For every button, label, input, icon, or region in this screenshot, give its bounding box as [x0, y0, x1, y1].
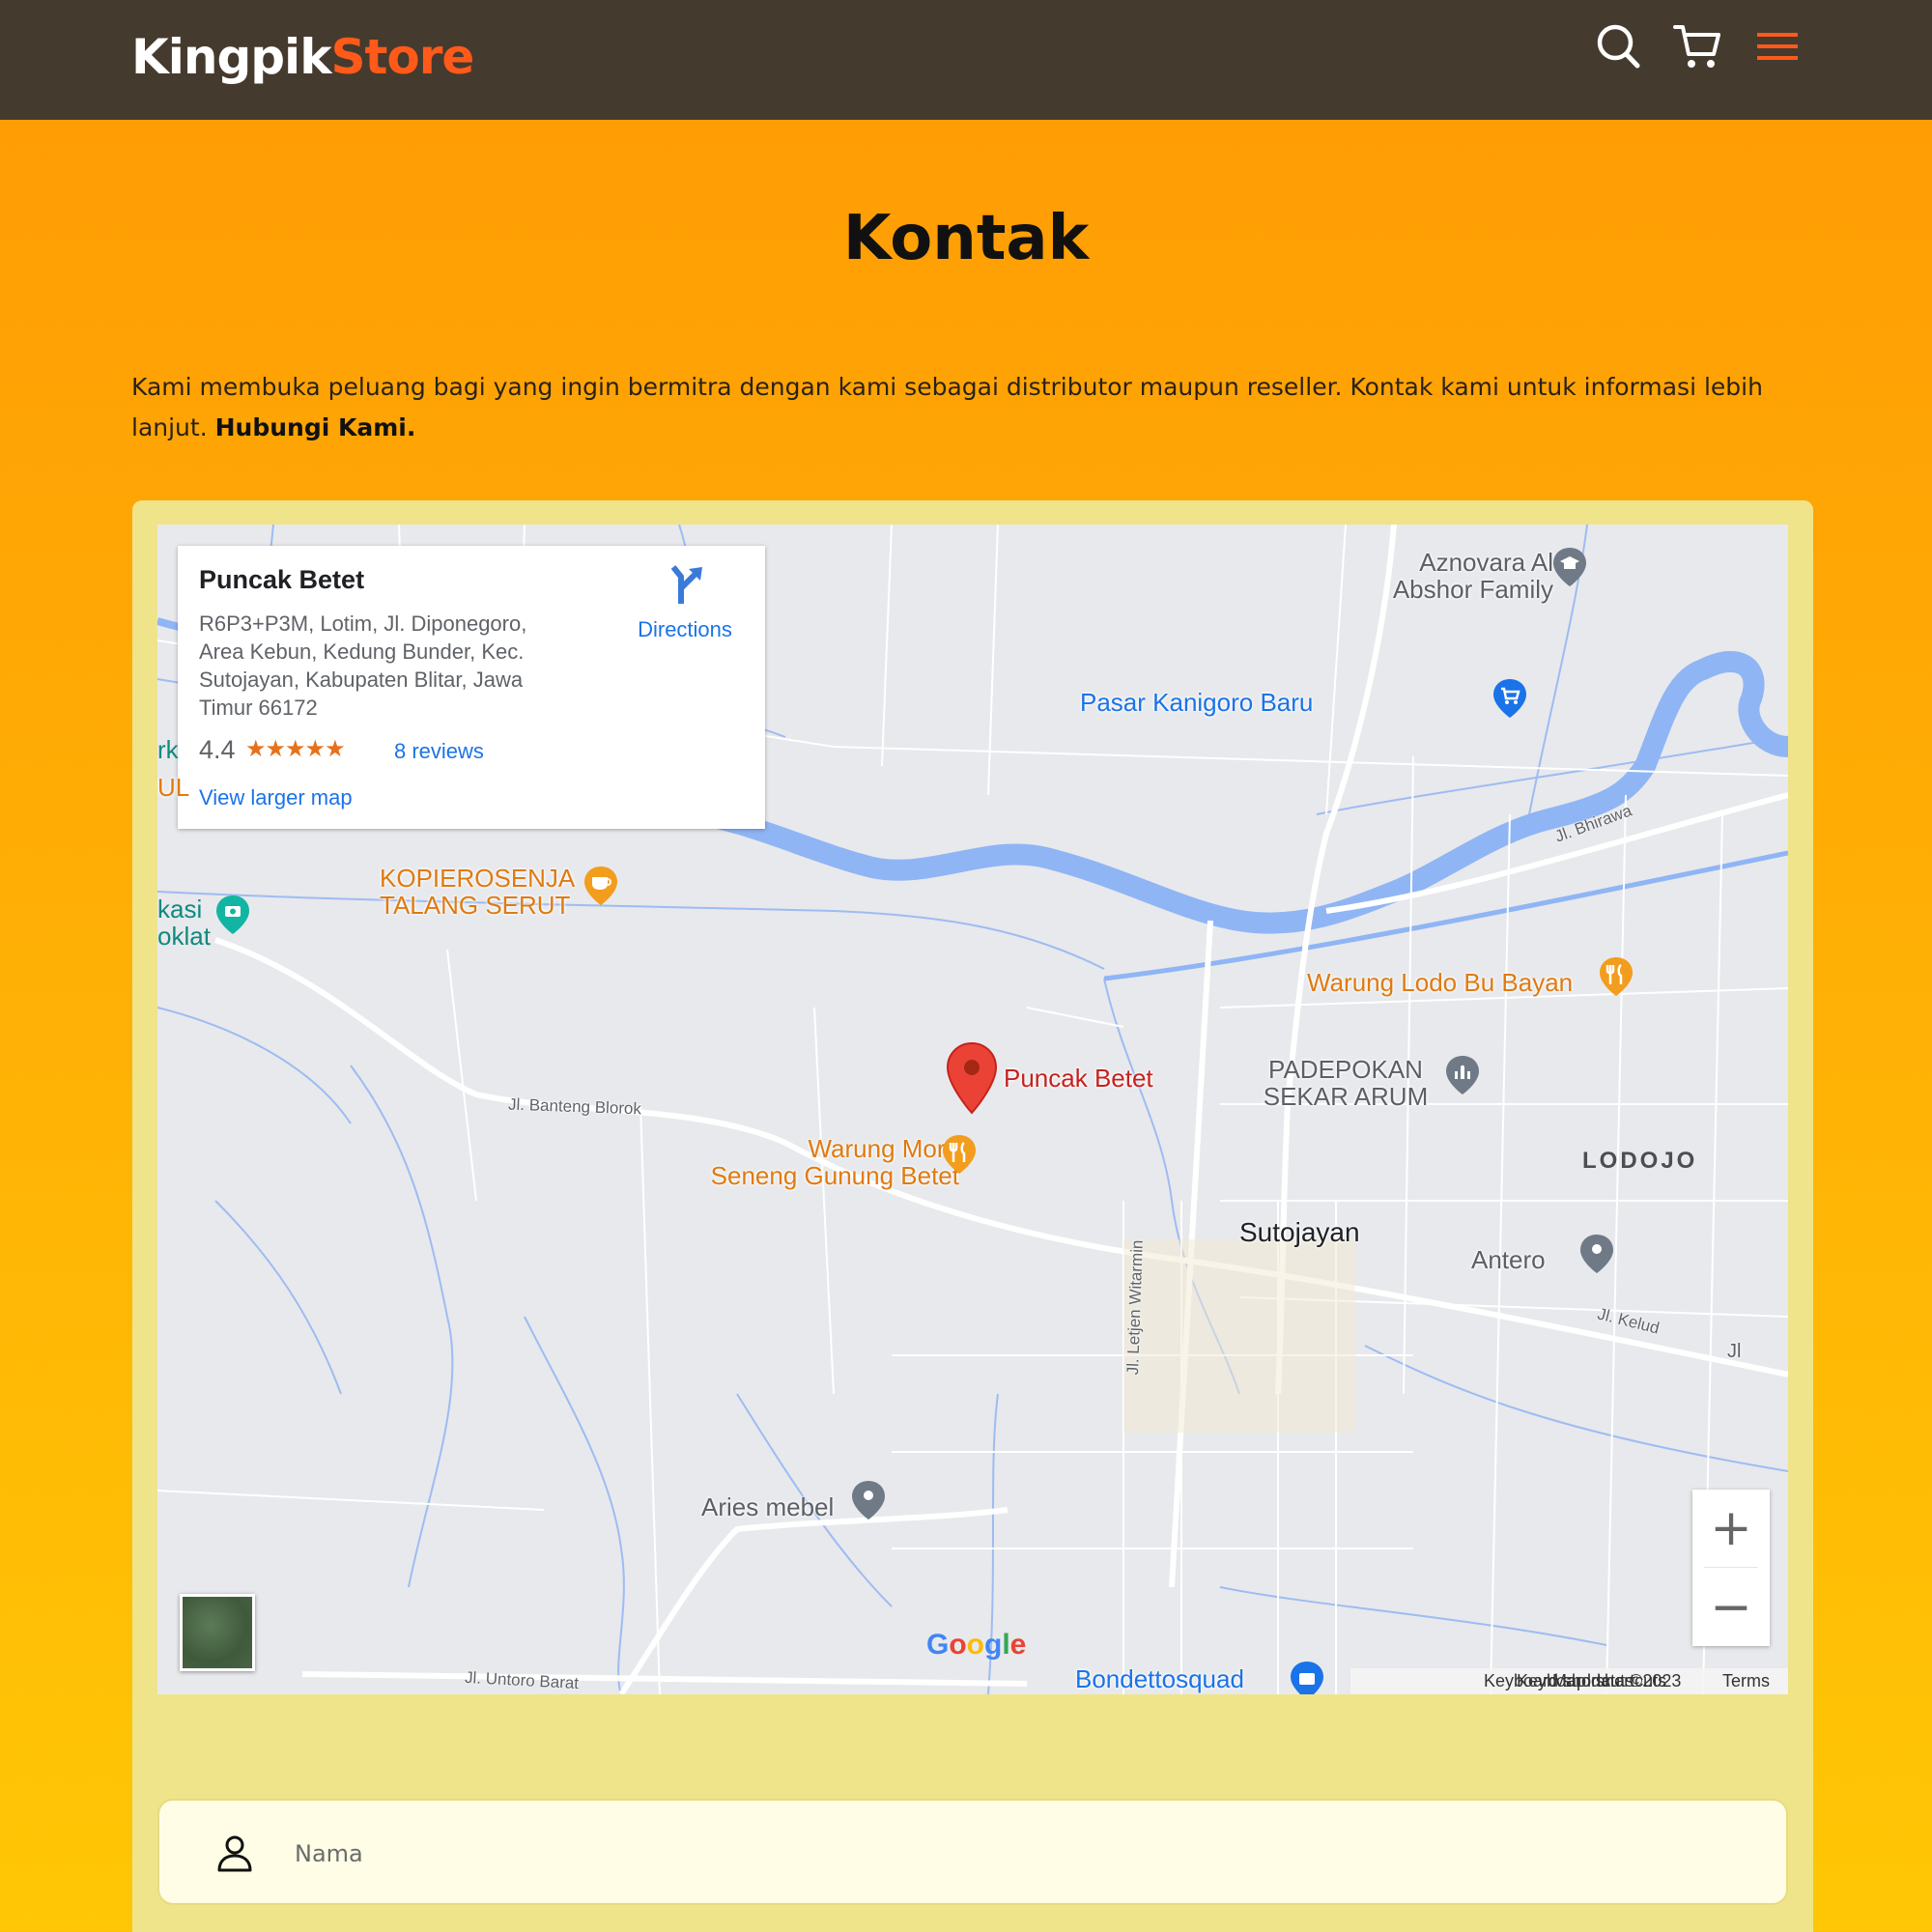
map-label-kopierosenja: KOPIEROSENJA TALANG SERUT — [380, 864, 576, 920]
zoom-controls: + − — [1692, 1490, 1770, 1646]
restaurant-pin-icon[interactable] — [940, 1133, 979, 1176]
map-label-antero: Antero — [1471, 1245, 1546, 1274]
search-icon[interactable] — [1594, 21, 1642, 71]
contact-link[interactable]: Hubungi Kami. — [215, 413, 416, 441]
menu-icon[interactable] — [1753, 21, 1802, 71]
map-label-edge-ul: UL — [157, 773, 190, 802]
school-pin-icon[interactable] — [1550, 546, 1589, 588]
temple-pin-icon[interactable] — [1443, 1054, 1482, 1096]
user-icon — [213, 1832, 256, 1874]
place-info-card: Puncak Betet R6P3+P3M, Lotim, Jl. Dipone… — [178, 546, 765, 829]
brand-logo[interactable]: KingpikStore — [131, 23, 474, 91]
intro-paragraph: Kami membuka peluang bagi yang ingin ber… — [131, 367, 1774, 448]
shopping-bag-pin-icon[interactable] — [1288, 1660, 1326, 1694]
map-label-pasar: Pasar Kanigoro Baru — [1080, 688, 1314, 717]
map-label-padepokan: PADEPOKAN SEKAR ARUM — [1263, 1055, 1429, 1111]
map-label-bondetto: Bondettosquad — [1075, 1664, 1244, 1693]
map-label-sutojayan: Sutojayan — [1239, 1217, 1360, 1247]
place-pin-icon[interactable] — [849, 1479, 888, 1521]
directions-label: Directions — [638, 617, 732, 641]
brand-name-part1: Kingpik — [131, 29, 331, 85]
map-label-edge-jl: Jl — [1727, 1341, 1742, 1362]
shopping-cart-pin-icon[interactable] — [1491, 677, 1529, 720]
map-label-warung-lodo: Warung Lodo Bu Bayan — [1307, 968, 1574, 997]
navbar: KingpikStore — [0, 0, 1932, 120]
embedded-map[interactable]: Puncak Betet R6P3+P3M, Lotim, Jl. Dipone… — [157, 525, 1788, 1694]
place-address: R6P3+P3M, Lotim, Jl. Diponegoro, Area Ke… — [199, 611, 527, 720]
map-label-edge-kasi: kasi oklat — [157, 895, 211, 951]
reviews-link[interactable]: 8 reviews — [394, 739, 484, 764]
camera-pin-icon[interactable] — [213, 894, 252, 936]
map-label-lodojo: LODOJO — [1582, 1148, 1698, 1174]
place-name: Puncak Betet — [199, 565, 365, 594]
map-data-text: Map data ©2023 — [1552, 1671, 1682, 1690]
zoom-divider — [1704, 1567, 1758, 1568]
map-label-aznovara: Aznovara Al Abshor Family — [1392, 548, 1553, 604]
zoom-in-button[interactable]: + — [1692, 1490, 1770, 1567]
map-label-warung-moro: Warung Moro Seneng Gunung Betet — [710, 1134, 959, 1190]
cart-icon[interactable] — [1673, 21, 1721, 71]
name-input[interactable] — [295, 1825, 1744, 1883]
restaurant-pin-icon[interactable] — [1597, 955, 1635, 998]
google-logo: Google — [926, 1629, 1027, 1661]
cafe-pin-icon[interactable] — [582, 865, 620, 907]
brand-name-part2: Store — [330, 29, 474, 85]
view-larger-map-link[interactable]: View larger map — [199, 785, 353, 810]
directions-icon — [670, 565, 702, 604]
directions-button[interactable]: Directions — [622, 563, 748, 650]
place-pin-icon[interactable] — [1577, 1233, 1616, 1275]
map-label-aries: Aries mebel — [701, 1492, 835, 1521]
rating-stars-icon: ★★★★★ — [245, 736, 346, 762]
terms-link[interactable]: Terms — [1722, 1671, 1770, 1691]
name-field[interactable] — [157, 1799, 1788, 1905]
satellite-toggle-button[interactable] — [180, 1594, 255, 1671]
map-label-pin: Puncak Betet — [1004, 1064, 1153, 1093]
location-pin-icon[interactable] — [946, 1041, 998, 1115]
map-label-edge-rk2: rk — [157, 735, 179, 764]
place-rating: 4.4 — [199, 735, 236, 764]
page-title: Kontak — [842, 203, 1090, 274]
zoom-out-button[interactable]: − — [1692, 1569, 1770, 1646]
